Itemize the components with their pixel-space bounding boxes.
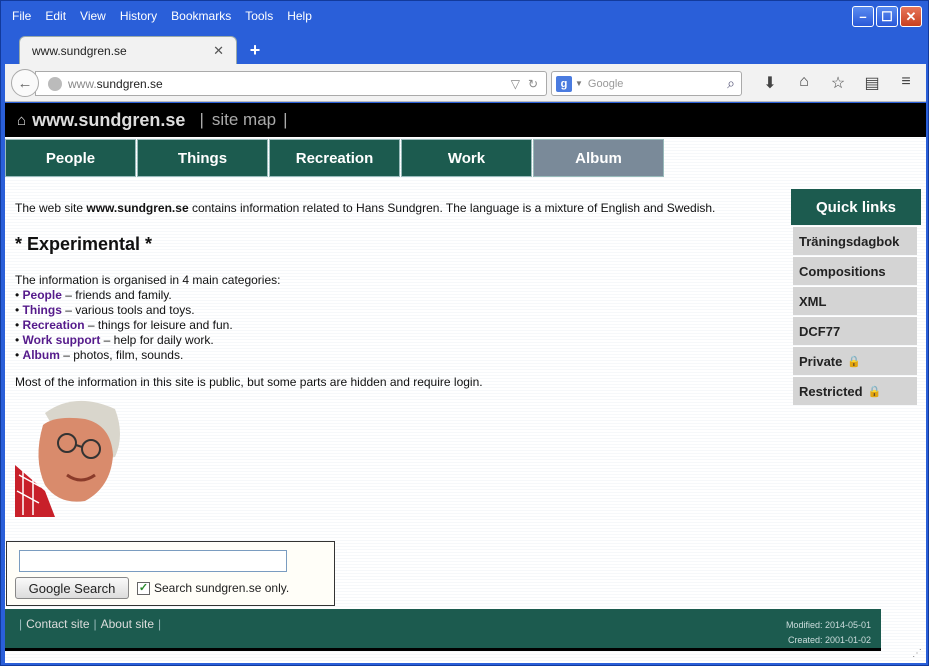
tab-title: www.sundgren.se <box>32 43 127 58</box>
list-item: • Things – various tools and toys. <box>15 303 195 317</box>
quick-links-title: Quick links <box>791 189 921 225</box>
portrait-image <box>15 400 120 517</box>
contact-link[interactable]: Contact site <box>26 617 89 631</box>
page-dates: Modified: 2014-05-01 Created: 2001-01-02 <box>786 618 871 648</box>
site-header: ⌂ www.sundgren.se | site map | <box>5 103 926 137</box>
reload-icon[interactable]: ↻ <box>528 77 538 91</box>
footer-links: | Contact site | About site | <box>19 617 162 631</box>
site-only-checkbox[interactable]: ✓ <box>137 582 150 595</box>
nav-album[interactable]: Album <box>533 139 664 177</box>
menu-bookmarks[interactable]: Bookmarks <box>171 9 231 23</box>
nav-people[interactable]: People <box>5 139 136 177</box>
new-tab-button[interactable]: + <box>243 38 267 62</box>
back-button[interactable]: ← <box>11 69 39 97</box>
menu-history[interactable]: History <box>120 9 157 23</box>
home-icon[interactable]: ⌂ <box>17 112 26 129</box>
maximize-button[interactable]: ☐ <box>876 6 898 27</box>
link-work-support[interactable]: Work support <box>23 333 101 347</box>
quick-links-panel: Quick links Träningsdagbok Compositions … <box>791 189 921 407</box>
address-bar[interactable]: www.sundgren.se ▽ ↻ <box>35 71 547 96</box>
quicklink-label: Private <box>799 353 843 369</box>
magnifier-icon[interactable]: ⌕ <box>727 75 735 92</box>
search-placeholder: Google <box>587 77 624 90</box>
menu-help[interactable]: Help <box>287 9 312 23</box>
menu-bar: File Edit View History Bookmarks Tools H… <box>5 4 319 28</box>
public-note: Most of the information in this site is … <box>15 375 483 389</box>
nav-recreation[interactable]: Recreation <box>269 139 400 177</box>
toolbar-icons: ⬇ ⌂ ☆ ▤ ≡ <box>753 73 923 93</box>
bookmarks-list-icon[interactable]: ▤ <box>855 73 889 93</box>
quicklink-xml[interactable]: XML <box>793 287 917 315</box>
list-item: • Recreation – things for leisure and fu… <box>15 318 233 332</box>
dropdown-arrow-icon[interactable]: ▽ <box>511 77 520 91</box>
page-heading: * Experimental * <box>15 234 153 254</box>
navigation-toolbar: www.sundgren.se ▽ ↻ ← g ▼ Google ⌕ ⬇ ⌂ ☆… <box>5 64 926 102</box>
window-controls: – ☐ ✕ <box>852 6 922 27</box>
google-engine-icon[interactable]: g <box>556 75 572 92</box>
menu-view[interactable]: View <box>80 9 106 23</box>
checkbox-label: Search sundgren.se only. <box>154 581 290 595</box>
header-separator: | <box>199 110 204 129</box>
resize-grip-icon[interactable]: ⋰ <box>912 648 922 659</box>
browser-tab[interactable]: www.sundgren.se ✕ <box>19 36 237 64</box>
sitemap-link[interactable]: site map <box>212 110 276 130</box>
header-separator: | <box>283 110 288 129</box>
menu-hamburger-icon[interactable]: ≡ <box>889 73 923 93</box>
link-recreation[interactable]: Recreation <box>23 318 85 332</box>
created-date: Created: 2001-01-02 <box>787 635 871 645</box>
search-bar[interactable]: g ▼ Google ⌕ <box>551 71 742 96</box>
link-album[interactable]: Album <box>23 348 60 362</box>
quicklink-label: Restricted <box>799 383 863 399</box>
download-icon[interactable]: ⬇ <box>753 73 787 93</box>
google-search-button[interactable]: Google Search <box>15 577 129 599</box>
intro-paragraph: The web site www.sundgren.se contains in… <box>15 201 716 215</box>
link-things[interactable]: Things <box>23 303 62 317</box>
quicklink-dcf77[interactable]: DCF77 <box>793 317 917 345</box>
site-name-link[interactable]: www.sundgren.se <box>32 110 185 131</box>
site-footer: | Contact site | About site | Modified: … <box>5 609 881 651</box>
list-item: • Album – photos, film, sounds. <box>15 348 184 362</box>
lock-icon: 🔒 <box>867 385 882 398</box>
modified-date: Modified: 2014-05-01 <box>785 620 871 630</box>
google-search-box: Google Search ✓ Search sundgren.se only. <box>6 541 335 606</box>
quicklink-compositions[interactable]: Compositions <box>793 257 917 285</box>
menu-file[interactable]: File <box>12 9 31 23</box>
home-icon[interactable]: ⌂ <box>787 73 821 93</box>
search-input[interactable] <box>19 550 287 572</box>
engine-dropdown-icon[interactable]: ▼ <box>575 79 583 88</box>
menu-edit[interactable]: Edit <box>45 9 66 23</box>
main-nav: People Things Recreation Work Album <box>5 139 665 177</box>
link-people[interactable]: People <box>23 288 62 302</box>
quicklink-restricted[interactable]: Restricted 🔒 <box>793 377 917 405</box>
quicklink-traningsdagbok[interactable]: Träningsdagbok <box>793 227 917 255</box>
nav-work[interactable]: Work <box>401 139 532 177</box>
lock-icon: 🔒 <box>847 355 862 368</box>
category-intro: The information is organised in 4 main c… <box>15 273 281 287</box>
url-text: www.sundgren.se <box>68 76 163 91</box>
quicklink-private[interactable]: Private 🔒 <box>793 347 917 375</box>
menu-tools[interactable]: Tools <box>245 9 273 23</box>
globe-icon <box>48 76 62 91</box>
minimize-button[interactable]: – <box>852 6 874 27</box>
close-window-button[interactable]: ✕ <box>900 6 922 27</box>
category-list: The information is organised in 4 main c… <box>15 273 775 363</box>
list-item: • People – friends and family. <box>15 288 172 302</box>
page-content: ⌂ www.sundgren.se | site map | People Th… <box>5 103 926 663</box>
main-text: The web site www.sundgren.se contains in… <box>15 201 775 390</box>
bookmark-star-icon[interactable]: ☆ <box>821 73 855 93</box>
close-tab-icon[interactable]: ✕ <box>213 43 224 59</box>
about-link[interactable]: About site <box>101 617 154 631</box>
nav-things[interactable]: Things <box>137 139 268 177</box>
list-item: • Work support – help for daily work. <box>15 333 214 347</box>
tab-strip: www.sundgren.se ✕ + <box>5 34 924 64</box>
browser-window: File Edit View History Bookmarks Tools H… <box>0 0 929 666</box>
